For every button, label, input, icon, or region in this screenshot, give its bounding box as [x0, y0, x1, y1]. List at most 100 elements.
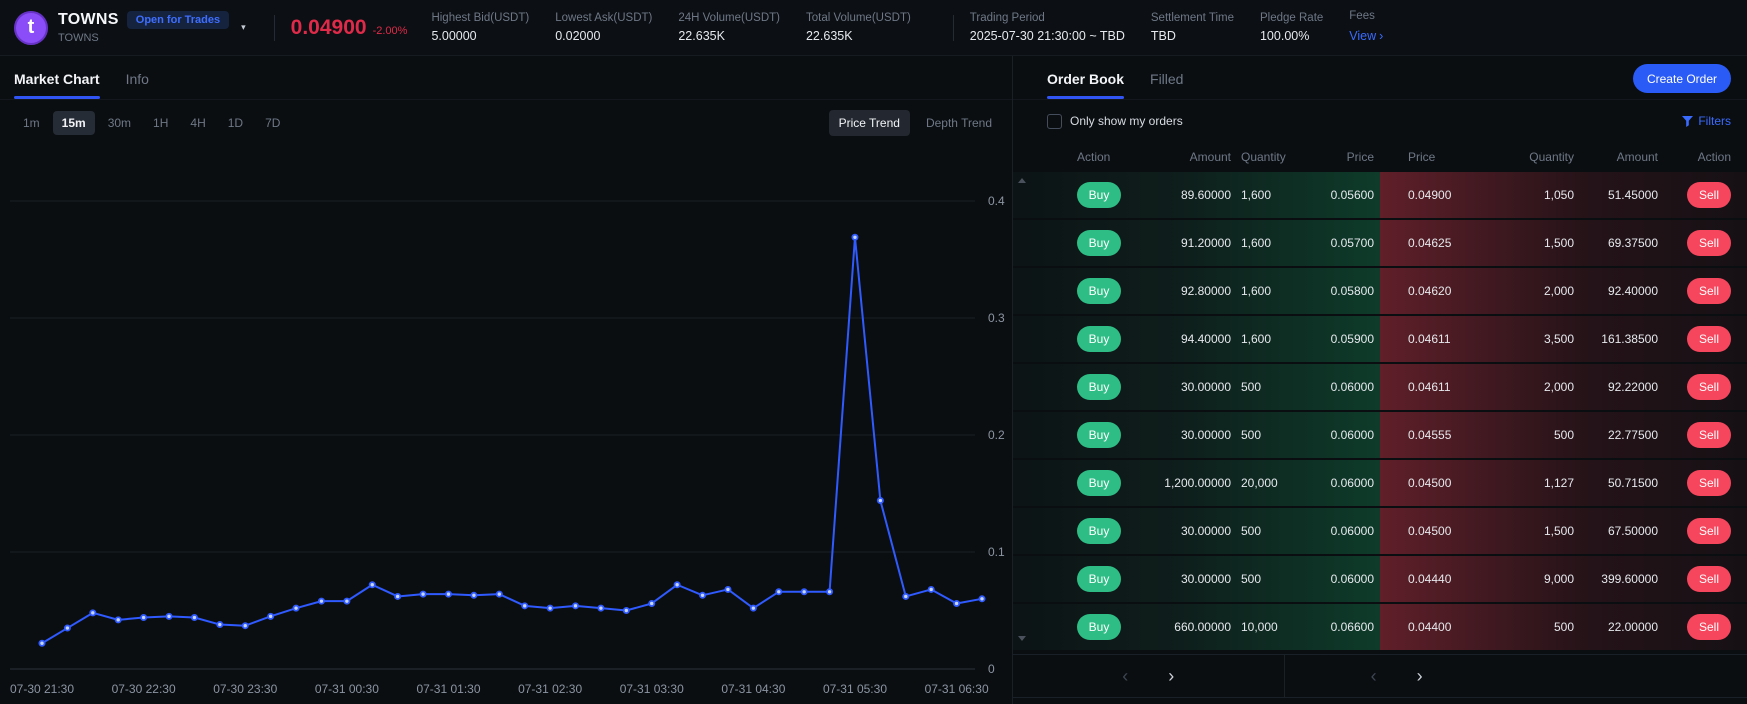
- sell-amount: 67.50000: [1590, 524, 1680, 538]
- svg-text:0.1: 0.1: [988, 545, 1005, 559]
- buy-price: 0.06600: [1323, 620, 1380, 634]
- buy-button[interactable]: Buy: [1077, 518, 1121, 544]
- timeframe-15m[interactable]: 15m: [53, 111, 95, 135]
- buy-amount: 30.00000: [1131, 380, 1231, 394]
- checkbox-icon[interactable]: [1047, 114, 1062, 129]
- svg-text:07-30 21:30: 07-30 21:30: [10, 682, 74, 696]
- buy-amount: 89.60000: [1131, 188, 1231, 202]
- buy-half: Buy660.0000010,0000.06600: [1013, 604, 1380, 650]
- sell-price: 0.04500: [1380, 524, 1472, 538]
- stat-value: TBD: [1151, 29, 1234, 43]
- buy-quantity: 1,600: [1231, 236, 1323, 250]
- sell-side-pagination: ‹ ›: [1285, 655, 1747, 697]
- order-book-controls: Only show my orders Filters: [1013, 100, 1747, 142]
- stat-label: Settlement Time: [1151, 12, 1234, 24]
- scroll-down-icon[interactable]: [1018, 636, 1026, 641]
- toggle-depth-trend[interactable]: Depth Trend: [916, 110, 1002, 136]
- timeframe-4h[interactable]: 4H: [181, 111, 214, 135]
- tab-market-chart[interactable]: Market Chart: [14, 71, 100, 99]
- stat-value: 2025-07-30 21:30:00 ~ TBD: [970, 29, 1125, 43]
- sell-button[interactable]: Sell: [1687, 230, 1731, 256]
- stat-value: 100.00%: [1260, 29, 1323, 43]
- sell-button[interactable]: Sell: [1687, 566, 1731, 592]
- column-header: Amount: [1590, 150, 1680, 164]
- buy-half: Buy94.400001,6000.05900: [1013, 316, 1380, 362]
- order-book-row: Buy30.000005000.060000.044409,000399.600…: [1013, 556, 1747, 602]
- price-block: 0.04900 -2.00%: [291, 16, 408, 40]
- buy-quantity: 1,600: [1231, 188, 1323, 202]
- sell-button[interactable]: Sell: [1687, 182, 1731, 208]
- create-order-button[interactable]: Create Order: [1633, 64, 1731, 93]
- toggle-price-trend[interactable]: Price Trend: [829, 110, 910, 136]
- buy-button[interactable]: Buy: [1077, 422, 1121, 448]
- buy-price: 0.06000: [1323, 524, 1380, 538]
- svg-text:0: 0: [988, 662, 995, 676]
- sell-button[interactable]: Sell: [1687, 470, 1731, 496]
- column-header: Price: [1323, 150, 1380, 164]
- sell-quantity: 9,000: [1472, 572, 1590, 586]
- sell-button[interactable]: Sell: [1687, 374, 1731, 400]
- buy-amount: 30.00000: [1131, 572, 1231, 586]
- buy-button[interactable]: Buy: [1077, 470, 1121, 496]
- sell-price: 0.04500: [1380, 476, 1472, 490]
- chevron-left-icon[interactable]: ‹: [1371, 667, 1377, 685]
- buy-amount: 660.00000: [1131, 620, 1231, 634]
- buy-button[interactable]: Buy: [1077, 566, 1121, 592]
- order-book-row: Buy30.000005000.060000.0455550022.77500S…: [1013, 412, 1747, 458]
- divider: [953, 15, 954, 41]
- column-header: Action: [1013, 150, 1131, 164]
- funnel-icon: [1682, 116, 1693, 127]
- chevron-left-icon[interactable]: ‹: [1122, 667, 1128, 685]
- fees-view-link[interactable]: View›: [1349, 29, 1383, 43]
- chevron-right-icon[interactable]: ›: [1417, 667, 1423, 685]
- timeframe-1m[interactable]: 1m: [14, 111, 49, 135]
- buy-button[interactable]: Buy: [1077, 182, 1121, 208]
- sell-button[interactable]: Sell: [1687, 326, 1731, 352]
- buy-button[interactable]: Buy: [1077, 278, 1121, 304]
- timeframe-1h[interactable]: 1H: [144, 111, 177, 135]
- sell-quantity: 500: [1472, 620, 1590, 634]
- sell-button[interactable]: Sell: [1687, 278, 1731, 304]
- tab-filled[interactable]: Filled: [1150, 71, 1183, 99]
- stat-label: Total Volume(USDT): [806, 12, 911, 24]
- svg-text:07-31 01:30: 07-31 01:30: [416, 682, 480, 696]
- buy-header-half: ActionAmountQuantityPrice: [1013, 150, 1380, 164]
- buy-price: 0.06000: [1323, 572, 1380, 586]
- filters-button[interactable]: Filters: [1682, 114, 1731, 128]
- scroll-up-icon[interactable]: [1018, 178, 1026, 183]
- sell-button[interactable]: Sell: [1687, 422, 1731, 448]
- header-stat: Highest Bid(USDT)5.00000: [431, 12, 529, 43]
- buy-button[interactable]: Buy: [1077, 614, 1121, 640]
- timeframe-30m[interactable]: 30m: [99, 111, 140, 135]
- price-change: -2.00%: [373, 25, 408, 37]
- buy-button[interactable]: Buy: [1077, 230, 1121, 256]
- token-title-block: TOWNS Open for Trades TOWNS: [58, 11, 229, 44]
- buy-amount: 91.20000: [1131, 236, 1231, 250]
- token-header: t TOWNS Open for Trades TOWNS ▾ 0.04900 …: [0, 0, 1747, 56]
- tab-order-book[interactable]: Order Book: [1047, 71, 1124, 99]
- timeframe-1d[interactable]: 1D: [219, 111, 252, 135]
- stat-value: 0.02000: [555, 29, 652, 43]
- only-my-orders-toggle[interactable]: Only show my orders: [1047, 114, 1183, 129]
- buy-button[interactable]: Buy: [1077, 374, 1121, 400]
- stat-value: 5.00000: [431, 29, 529, 43]
- sell-half: 0.0455550022.77500Sell: [1380, 412, 1747, 458]
- sell-button[interactable]: Sell: [1687, 614, 1731, 640]
- sell-amount: 50.71500: [1590, 476, 1680, 490]
- chevron-down-icon[interactable]: ▾: [241, 22, 246, 33]
- order-book-row: Buy1,200.0000020,0000.060000.045001,1275…: [1013, 460, 1747, 506]
- buy-price: 0.06000: [1323, 476, 1380, 490]
- sell-button[interactable]: Sell: [1687, 518, 1731, 544]
- chevron-right-icon[interactable]: ›: [1168, 667, 1174, 685]
- last-price: 0.04900: [291, 16, 367, 40]
- svg-text:07-31 04:30: 07-31 04:30: [721, 682, 785, 696]
- order-book-row: Buy91.200001,6000.057000.046251,50069.37…: [1013, 220, 1747, 266]
- buy-button[interactable]: Buy: [1077, 326, 1121, 352]
- sell-half: 0.046251,50069.37500Sell: [1380, 220, 1747, 266]
- chevron-right-icon: ›: [1379, 29, 1383, 43]
- tab-info[interactable]: Info: [126, 71, 149, 99]
- sell-price: 0.04555: [1380, 428, 1472, 442]
- column-header: Price: [1380, 150, 1472, 164]
- column-header: Quantity: [1231, 150, 1323, 164]
- timeframe-7d[interactable]: 7D: [256, 111, 289, 135]
